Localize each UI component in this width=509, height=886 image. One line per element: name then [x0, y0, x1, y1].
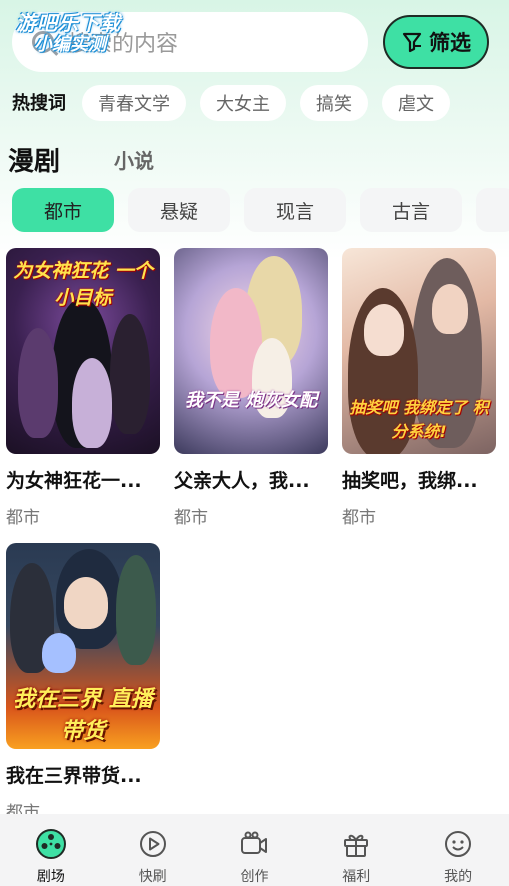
category-chip-active[interactable]: 都市	[12, 188, 114, 232]
nav-item-welfare[interactable]: 福利	[316, 814, 396, 886]
cover-title-text: 抽奖吧 我绑定了 积分系统!	[349, 398, 489, 441]
hot-chip[interactable]: 大女主	[200, 85, 286, 121]
card-title: 为女神狂花一...	[6, 470, 142, 492]
video-camera-icon	[241, 831, 268, 854]
nav-label: 福利	[342, 869, 371, 885]
category-row: 都市 悬疑 现言 古言	[12, 188, 509, 232]
category-chip[interactable]: 现言	[244, 188, 346, 232]
hot-chip[interactable]: 搞笑	[300, 85, 368, 121]
nav-label: 快刷	[138, 869, 167, 885]
watermark: 游吧乐下载 小编实测	[16, 11, 121, 55]
hot-search-row: 热搜词 青春文学 大女主 搞笑 虐文	[0, 84, 509, 122]
content-card[interactable]: 我在三界 直播带货 我在三界带货... 都市	[6, 543, 160, 823]
nav-item-mine[interactable]: 我的	[418, 814, 498, 886]
card-tag: 都市	[6, 508, 40, 528]
category-chip-partial[interactable]	[476, 188, 509, 232]
card-tag: 都市	[342, 508, 376, 528]
cover-image: 抽奖吧 我绑定了 积分系统!	[342, 248, 496, 454]
film-reel-icon	[35, 829, 66, 859]
gift-icon	[344, 834, 369, 857]
nav-label: 创作	[240, 869, 269, 885]
nav-item-theater[interactable]: 剧场	[11, 814, 91, 886]
card-title: 父亲大人，我...	[174, 470, 310, 492]
tab-novel[interactable]: 小说	[114, 145, 154, 178]
smiley-face-icon	[445, 831, 472, 857]
hot-chip[interactable]: 虐文	[382, 85, 450, 121]
cover-image: 为女神狂花 一个小目标	[6, 248, 160, 454]
cover-image: 我在三界 直播带货	[6, 543, 160, 749]
nav-item-quick[interactable]: 快刷	[113, 814, 193, 886]
nav-label: 剧场	[36, 869, 65, 885]
filter-label: 筛选	[429, 31, 471, 55]
cover-title-text: 为女神狂花 一个小目标	[13, 260, 153, 309]
content-card[interactable]: 为女神狂花 一个小目标 为女神狂花一... 都市	[6, 248, 160, 528]
category-chip[interactable]: 古言	[360, 188, 462, 232]
card-title: 抽奖吧，我绑...	[342, 470, 478, 492]
card-title: 我在三界带货...	[6, 765, 142, 787]
card-tag: 都市	[174, 508, 208, 528]
filter-button[interactable]: 筛选	[383, 15, 489, 69]
hot-chip[interactable]: 青春文学	[82, 85, 186, 121]
hot-search-label: 热搜词	[12, 89, 66, 117]
bottom-navigation: 剧场 快刷 创作 福利 我的	[0, 814, 509, 886]
category-chip[interactable]: 悬疑	[128, 188, 230, 232]
cover-title-text: 我不是 炮灰女配	[184, 390, 318, 411]
content-card[interactable]: 抽奖吧 我绑定了 积分系统! 抽奖吧，我绑... 都市	[342, 248, 496, 528]
cover-title-text: 我在三界 直播带货	[13, 687, 153, 744]
content-card[interactable]: 我不是 炮灰女配 父亲大人，我... 都市	[174, 248, 328, 528]
nav-label: 我的	[444, 869, 473, 885]
tab-comic-drama[interactable]: 漫剧	[5, 141, 63, 178]
play-circle-icon	[139, 831, 166, 857]
cover-image: 我不是 炮灰女配	[174, 248, 328, 454]
nav-item-create[interactable]: 创作	[214, 814, 294, 886]
content-tabs: 漫剧 小说	[0, 138, 154, 178]
filter-icon	[401, 31, 423, 53]
